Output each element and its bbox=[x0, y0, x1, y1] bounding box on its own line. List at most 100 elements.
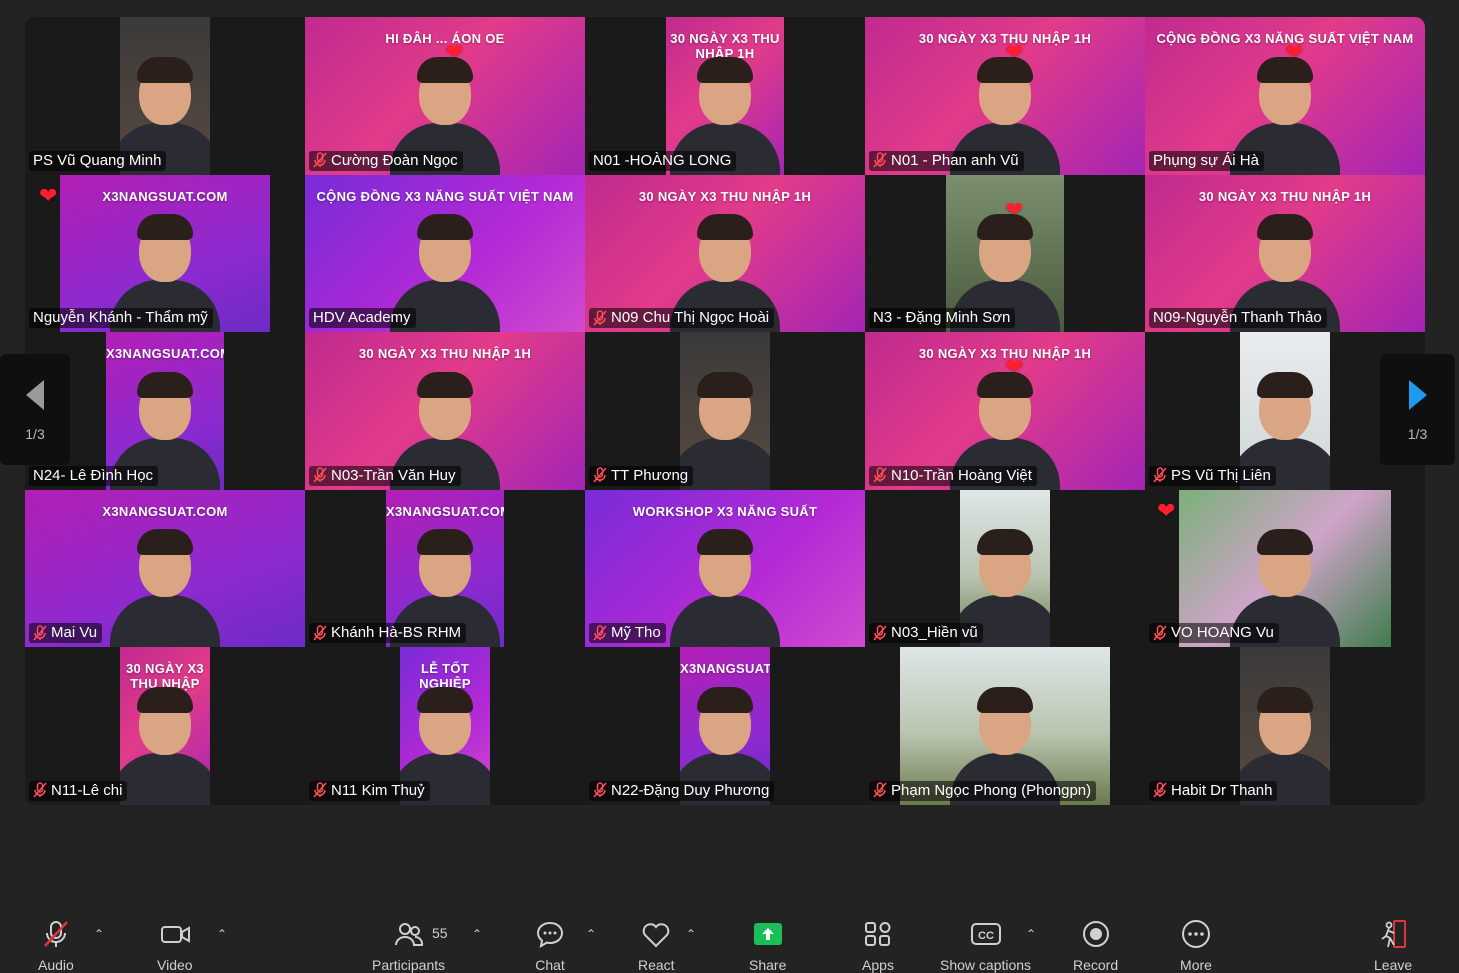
react-label: React bbox=[638, 957, 675, 973]
chat-button[interactable]: Chat bbox=[535, 919, 565, 973]
react-button[interactable]: React bbox=[638, 919, 675, 973]
page-indicator-left: 1/3 bbox=[25, 425, 45, 442]
participant-tile[interactable]: WORKSHOP X3 NĂNG SUẤT Mỹ Tho bbox=[585, 489, 865, 648]
share-screen-icon bbox=[753, 923, 782, 945]
participant-tile[interactable]: 30 NGÀY X3 THU NHẬP 1H ❤ N10-Trần Hoàng Vi… bbox=[865, 332, 1145, 490]
participant-tile[interactable]: ❤ N3 - Đặng Minh Sơn bbox=[865, 174, 1145, 333]
participant-tile[interactable]: N03_Hiền vũ bbox=[865, 489, 1145, 648]
apps-icon bbox=[865, 922, 891, 946]
participant-name-label: N09 Chu Thị Ngọc Hoài bbox=[589, 308, 775, 329]
meeting-toolbar: Audio ⌃ Video ⌃ Participants 55 ⌃ Chat ⌃… bbox=[0, 905, 1459, 973]
participants-icon bbox=[394, 923, 423, 946]
mic-muted-icon bbox=[33, 782, 47, 798]
participant-tile[interactable]: 30 NGÀY X3 THU NHẬP 1H N01 -HOÀNG LONG bbox=[585, 17, 865, 175]
captions-options-caret[interactable]: ⌃ bbox=[1026, 927, 1036, 941]
participant-tile[interactable]: LỄ TỐT NGHIỆP N11 Kim Thuỷ bbox=[305, 647, 585, 805]
video-options-caret[interactable]: ⌃ bbox=[217, 927, 227, 941]
heart-reaction-icon: ❤ bbox=[445, 39, 464, 64]
participant-tile[interactable]: TT Phương bbox=[585, 332, 865, 490]
participants-options-caret[interactable]: ⌃ bbox=[472, 927, 482, 941]
participant-name: N11-Lê chi bbox=[51, 781, 123, 799]
participant-tile[interactable]: 30 NGÀY X3 THU NHẬP 1H ❤ N01 - Phan anh Vũ bbox=[865, 17, 1145, 175]
mic-muted-icon bbox=[873, 782, 887, 798]
participant-name-label: Habit Dr Thanh bbox=[1149, 780, 1278, 801]
react-options-caret[interactable]: ⌃ bbox=[686, 927, 696, 941]
audio-button[interactable]: Audio bbox=[38, 919, 74, 973]
participant-name: Khánh Hà-BS RHM bbox=[331, 624, 462, 642]
participant-name-label: N03-Trần Văn Huy bbox=[309, 465, 461, 486]
participant-tile[interactable]: Phạm Ngọc Phong (Phongpn) bbox=[865, 647, 1145, 805]
video-button[interactable]: Video bbox=[157, 919, 193, 973]
audio-options-caret[interactable]: ⌃ bbox=[94, 927, 104, 941]
participant-silhouette bbox=[665, 517, 785, 648]
heart-reaction-icon: ❤ bbox=[1005, 39, 1024, 64]
record-button[interactable]: Record bbox=[1073, 919, 1118, 973]
participant-name: Mỹ Tho bbox=[611, 624, 661, 642]
participant-name-label: N11-Lê chi bbox=[29, 780, 128, 801]
participant-name: Habit Dr Thanh bbox=[1171, 781, 1273, 799]
share-button[interactable]: Share bbox=[749, 919, 786, 973]
mic-muted-icon bbox=[313, 152, 327, 168]
participant-name: N09-Nguyễn Thanh Thảo bbox=[1153, 309, 1322, 327]
participant-name: N03_Hiền vũ bbox=[891, 624, 978, 642]
participant-name: Cường Đoàn Ngọc bbox=[331, 151, 458, 169]
participant-name-label: N3 - Đặng Minh Sơn bbox=[869, 308, 1016, 329]
participant-name-label: PS Vũ Quang Minh bbox=[29, 150, 167, 171]
participant-video: 30 NGÀY X3 THU NHẬP 1H bbox=[120, 647, 210, 805]
participant-tile[interactable]: ❤ VO HOANG Vu bbox=[1145, 489, 1425, 648]
participant-tile[interactable]: 30 NGÀY X3 THU NHẬP 1H N09-Nguyễn Thanh T… bbox=[1145, 174, 1425, 333]
heart-reaction-icon: ❤ bbox=[1157, 497, 1176, 523]
prev-page-button[interactable]: 1/3 bbox=[0, 354, 70, 465]
participant-tile[interactable]: CỘNG ĐỒNG X3 NĂNG SUẤT VIỆT NAM HDV Acade… bbox=[305, 174, 585, 333]
participant-video bbox=[680, 332, 770, 490]
participant-name-label: N24- Lê Đình Học bbox=[29, 465, 159, 486]
participants-label: Participants bbox=[372, 957, 446, 973]
svg-text:CC: CC bbox=[978, 930, 994, 942]
participant-tile[interactable]: 30 NGÀY X3 THU NHẬP 1H N03-Trần Văn Huy bbox=[305, 332, 585, 490]
participant-name-label: Phụng sự Ái Hà bbox=[1149, 150, 1264, 171]
participant-tile[interactable]: X3NANGSUAT.COM Khánh Hà-BS RHM bbox=[305, 489, 585, 648]
participant-name: Mai Vu bbox=[51, 624, 98, 642]
participant-name-label: Nguyễn Khánh - Thẩm mỹ bbox=[29, 308, 213, 329]
apps-label: Apps bbox=[862, 957, 894, 973]
participant-name-label: N11 Kim Thuỷ bbox=[309, 780, 430, 801]
leave-label: Leave bbox=[1374, 957, 1413, 973]
leave-button[interactable]: Leave bbox=[1374, 919, 1412, 973]
apps-button[interactable]: Apps bbox=[862, 919, 894, 973]
participant-tile[interactable]: X3NANGSUAT.COM Mai Vu bbox=[25, 489, 305, 648]
mic-muted-icon bbox=[593, 309, 607, 326]
share-label: Share bbox=[749, 957, 787, 973]
captions-label: Show captions bbox=[940, 957, 1032, 973]
participant-name: N01 - Phan anh Vũ bbox=[891, 151, 1019, 169]
participant-name: N03-Trần Văn Huy bbox=[331, 466, 456, 484]
participant-name: Phạm Ngọc Phong (Phongpn) bbox=[891, 781, 1092, 799]
participant-name-label: N01 -HOÀNG LONG bbox=[589, 150, 737, 171]
participant-tile[interactable]: Habit Dr Thanh bbox=[1145, 647, 1425, 805]
participants-count: 55 bbox=[432, 925, 448, 941]
participant-name: PS Vũ Quang Minh bbox=[33, 151, 162, 169]
mic-muted-icon bbox=[313, 467, 327, 483]
heart-reaction-icon: ❤ bbox=[1005, 354, 1024, 380]
participant-tile[interactable]: X3NANGSUAT.COMN22-Đặng Duy Phương bbox=[585, 647, 865, 805]
camera-icon bbox=[160, 926, 190, 943]
participant-tile[interactable]: HI ÐÂH ... ÁON OE ❤ Cường Đoàn Ngọc bbox=[305, 17, 585, 175]
participant-name-label: HDV Academy bbox=[309, 308, 416, 329]
arrow-right-icon bbox=[1408, 379, 1427, 410]
participant-name: N24- Lê Đình Học bbox=[33, 466, 154, 484]
chat-options-caret[interactable]: ⌃ bbox=[586, 927, 596, 941]
page-indicator-right: 1/3 bbox=[1407, 425, 1428, 442]
captions-button[interactable]: CC Show captions bbox=[940, 919, 1031, 973]
more-button[interactable]: More bbox=[1180, 919, 1212, 973]
next-page-button[interactable]: 1/3 bbox=[1380, 354, 1455, 465]
participant-tile[interactable]: PS Vũ Quang Minh bbox=[25, 17, 305, 175]
mic-muted-icon bbox=[1153, 467, 1167, 483]
participant-name-label: Cường Đoàn Ngọc bbox=[309, 150, 463, 171]
participant-tile[interactable]: X3NANGSUAT.COM ❤ Nguyễn Khánh - Thẩm mỹ bbox=[25, 174, 305, 333]
participant-tile[interactable]: 30 NGÀY X3 THU NHẬP 1H N09 Chu Thị Ngọc H… bbox=[585, 174, 865, 333]
more-icon bbox=[1182, 920, 1210, 948]
mic-muted-icon bbox=[1153, 782, 1167, 798]
record-icon bbox=[1082, 921, 1109, 947]
mic-muted-icon bbox=[593, 782, 607, 798]
participant-tile[interactable]: 30 NGÀY X3 THU NHẬP 1HN11-Lê chi bbox=[25, 647, 305, 805]
participant-tile[interactable]: CỘNG ĐỒNG X3 NĂNG SUẤT VIỆT NAM ❤ Phụng sự… bbox=[1145, 17, 1425, 175]
